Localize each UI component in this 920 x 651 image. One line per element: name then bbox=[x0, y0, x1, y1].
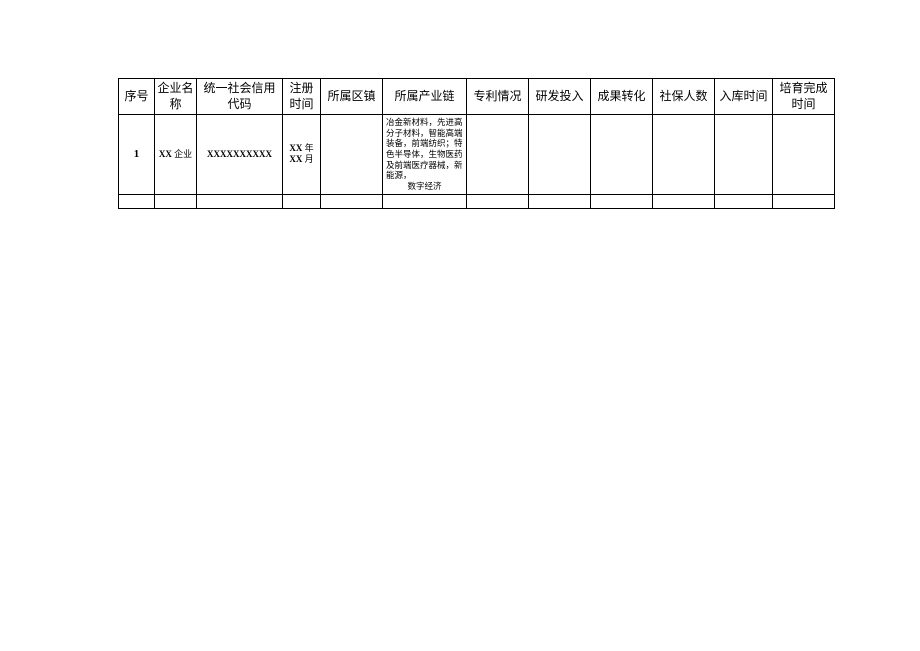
cell-empty bbox=[283, 194, 321, 208]
header-seq: 序号 bbox=[119, 79, 155, 115]
header-rd: 研发投入 bbox=[529, 79, 591, 115]
cell-empty bbox=[653, 194, 715, 208]
cell-code: XXXXXXXXXX bbox=[197, 115, 283, 194]
header-patent: 专利情况 bbox=[467, 79, 529, 115]
header-social: 社保人数 bbox=[653, 79, 715, 115]
cell-name: XX 企业 bbox=[155, 115, 197, 194]
cell-chain: 冶金新材料，先进高分子材料，智能高端装备，前端纺织；特色半导体，生物医药及前端医… bbox=[383, 115, 467, 194]
cell-empty bbox=[383, 194, 467, 208]
cell-social bbox=[653, 115, 715, 194]
table-row: 1 XX 企业 XXXXXXXXXX XX 年XX 月 冶金新材料，先进高分子材… bbox=[119, 115, 835, 194]
table-header-row: 序号 企业名称 统一社会信用代码 注册时间 所属区镇 所属产业链 专利情况 研发… bbox=[119, 79, 835, 115]
cell-reg: XX 年XX 月 bbox=[283, 115, 321, 194]
cell-empty bbox=[773, 194, 835, 208]
header-result: 成果转化 bbox=[591, 79, 653, 115]
cell-result bbox=[591, 115, 653, 194]
cell-empty bbox=[321, 194, 383, 208]
header-name: 企业名称 bbox=[155, 79, 197, 115]
cell-empty bbox=[529, 194, 591, 208]
header-region: 所属区镇 bbox=[321, 79, 383, 115]
header-code: 统一社会信用代码 bbox=[197, 79, 283, 115]
cell-done bbox=[773, 115, 835, 194]
cell-empty bbox=[715, 194, 773, 208]
cell-intime bbox=[715, 115, 773, 194]
header-reg: 注册时间 bbox=[283, 79, 321, 115]
cell-patent bbox=[467, 115, 529, 194]
header-intime: 入库时间 bbox=[715, 79, 773, 115]
cell-empty bbox=[591, 194, 653, 208]
cell-empty bbox=[197, 194, 283, 208]
cell-empty bbox=[155, 194, 197, 208]
cell-empty bbox=[119, 194, 155, 208]
table-row-empty bbox=[119, 194, 835, 208]
header-chain: 所属产业链 bbox=[383, 79, 467, 115]
cell-seq: 1 bbox=[119, 115, 155, 194]
cell-rd bbox=[529, 115, 591, 194]
cell-empty bbox=[467, 194, 529, 208]
header-done: 培育完成时间 bbox=[773, 79, 835, 115]
cell-region bbox=[321, 115, 383, 194]
enterprise-table: 序号 企业名称 统一社会信用代码 注册时间 所属区镇 所属产业链 专利情况 研发… bbox=[118, 78, 835, 209]
